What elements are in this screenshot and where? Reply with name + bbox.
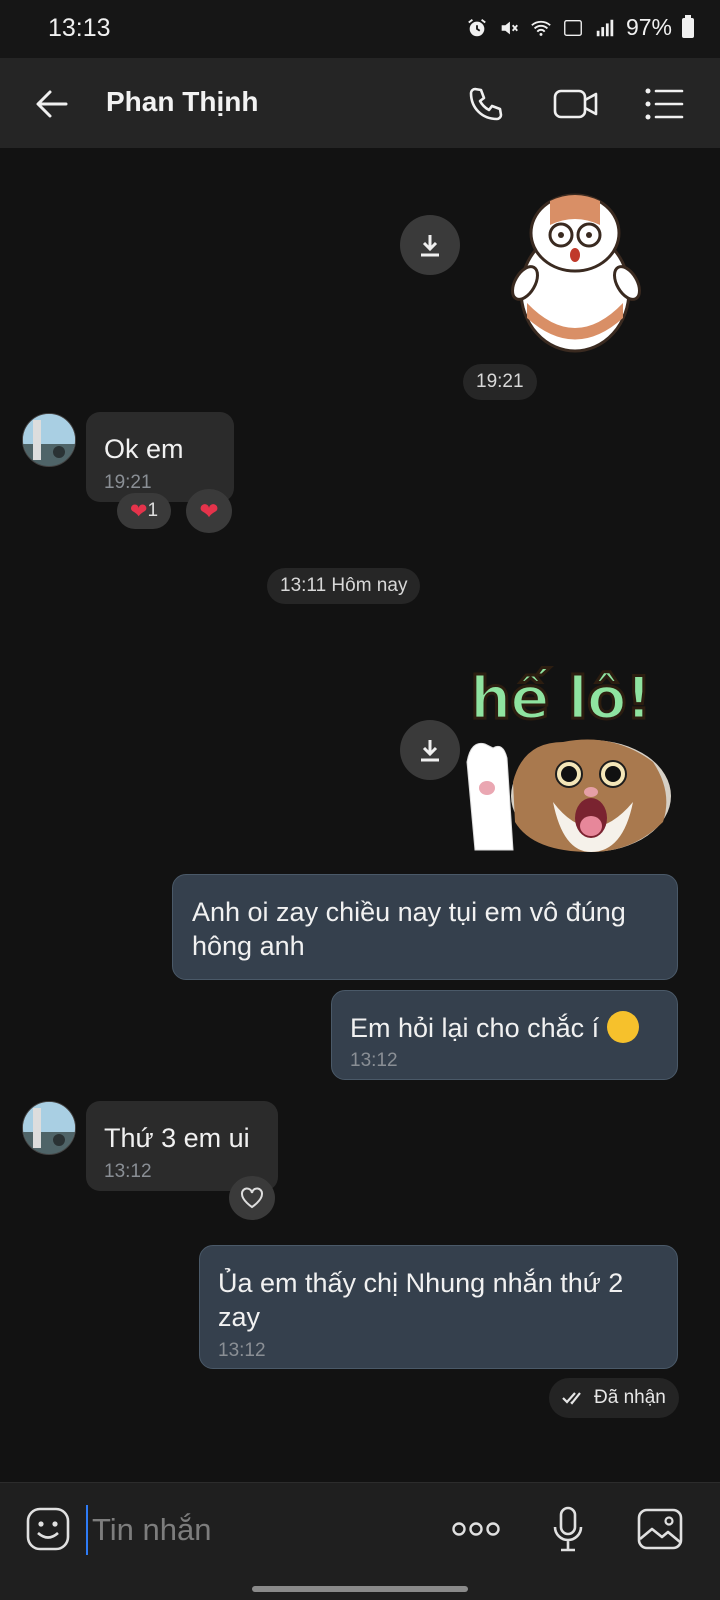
heart-icon: ❤ [129,499,148,523]
download-icon [421,235,439,257]
battery-percent: 97% [625,14,672,40]
outgoing-message-bubble[interactable]: Em hỏi lại cho chắc í 13:12 [331,990,678,1080]
reaction-count: 1 [147,500,159,521]
contact-name[interactable]: Phan Thịnh [106,86,258,118]
status-icons: 97% [466,14,694,41]
status-bar: 13:13 97% [0,0,720,58]
message-text: Em hỏi lại cho chắc í [350,1011,639,1045]
video-camera-icon [553,89,598,119]
wifi-icon [531,20,551,36]
phone-icon [469,87,503,121]
message-time: 19:21 [104,472,152,493]
list-menu-icon [645,88,684,120]
microphone-icon [553,1506,583,1552]
lte-icon [564,19,582,36]
more-options-button[interactable] [450,1503,502,1555]
timestamp-pill: 19:21 [463,364,537,400]
home-indicator[interactable] [252,1586,468,1592]
message-text: Thứ 3 em ui [104,1123,250,1153]
react-button[interactable] [229,1176,275,1220]
react-button[interactable]: ❤ [186,489,232,533]
emoji-icon [26,1507,70,1551]
hamster-sticker[interactable] [505,183,653,353]
delivery-status-text: Đã nhận [594,1387,666,1408]
message-text-line1: Ủa em thấy chị Nhung nhắn thứ 2 [218,1268,624,1298]
delivery-status: Đã nhận [549,1378,679,1418]
message-text-line2: zay [218,1302,261,1332]
message-text-line1: Anh oi zay chiều nay tụi em vô đúng [192,897,626,927]
download-icon [421,740,439,762]
message-time: 13:12 [104,1161,152,1182]
message-text-line2: hông anh [192,931,305,961]
avatar-image [23,1102,75,1154]
voice-call-button[interactable] [462,80,510,128]
more-dots-icon [452,1522,500,1536]
reaction-count-pill[interactable]: ❤ 1 [117,493,171,529]
status-time: 13:13 [48,14,111,42]
chat-header: Phan Thịnh [0,58,720,148]
mute-icon [501,21,518,34]
contact-avatar[interactable] [22,413,76,467]
signal-icon [596,19,614,36]
image-gallery-icon [637,1508,683,1550]
date-divider: 13:11 Hôm nay [267,568,421,604]
arrow-left-icon [36,90,68,118]
download-button[interactable] [400,215,460,275]
message-text: Ok em [104,434,184,464]
heart-icon: ❤ [199,497,219,524]
sticker-caption: hế lô! [469,663,654,734]
chat-menu-button[interactable] [640,80,688,128]
video-call-button[interactable] [552,80,600,128]
shush-emoji-icon [606,1011,639,1043]
message-time: 13:12 [350,1050,398,1071]
gallery-button[interactable] [634,1503,686,1555]
back-button[interactable] [28,80,76,128]
contact-avatar[interactable] [22,1101,76,1155]
avatar-image [23,414,75,466]
cat-sticker[interactable] [463,722,679,854]
outgoing-message-bubble[interactable]: Ủa em thấy chị Nhung nhắn thứ 2 zay 13:1… [199,1245,678,1369]
double-check-icon [562,1392,581,1405]
message-time: 13:12 [218,1340,266,1361]
message-input-bar [0,1482,720,1600]
emoji-button[interactable] [22,1503,74,1555]
battery-icon [682,14,694,38]
download-button[interactable] [400,720,460,780]
heart-outline-icon [241,1187,263,1209]
alarm-icon [468,18,486,36]
outgoing-message-bubble[interactable]: Anh oi zay chiều nay tụi em vô đúng hông… [172,874,678,980]
voice-message-button[interactable] [542,1503,594,1555]
message-input[interactable] [86,1505,436,1555]
